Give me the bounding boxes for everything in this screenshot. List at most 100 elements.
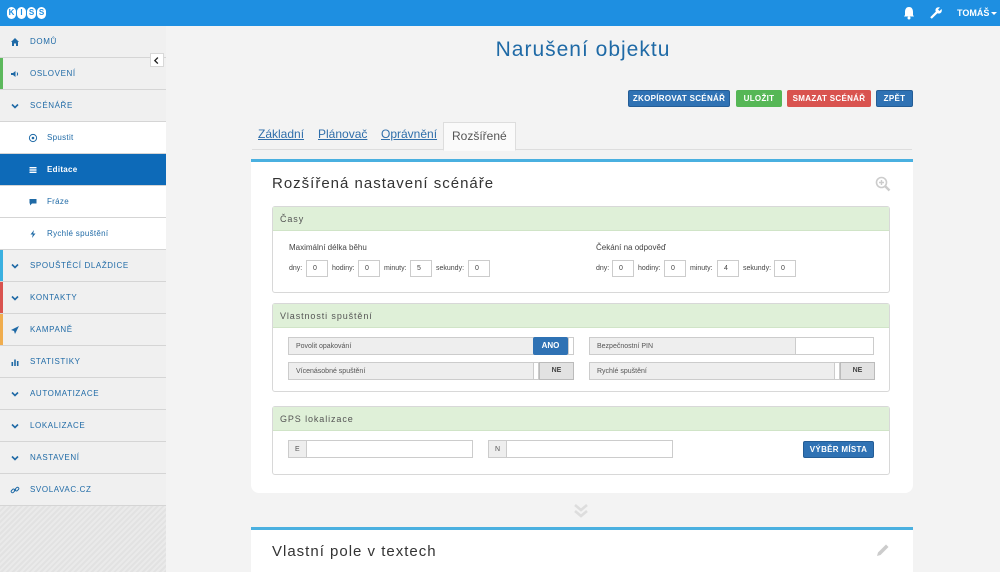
sidebar-item-domu[interactable]: DOMŮ <box>0 26 166 58</box>
save-button[interactable]: ULOŽIT <box>736 90 782 107</box>
max-run-seconds-input[interactable]: 0 <box>468 260 490 277</box>
delete-scenario-button[interactable]: SMAZAT SCÉNÁŘ <box>787 90 871 107</box>
allow-repeat-toggle[interactable]: Povolit opakování ANO <box>288 337 574 355</box>
sidebar-item-label: OSLOVENÍ <box>30 69 76 78</box>
link-icon <box>10 486 20 494</box>
pick-location-button[interactable]: VÝBĚR MÍSTA <box>803 441 874 458</box>
sidebar-item-spousteci-dlazdice[interactable]: SPOUŠTĚCÍ DLAŽDICE <box>0 250 166 282</box>
days-label: dny: <box>596 265 610 272</box>
bell-icon[interactable] <box>903 6 915 20</box>
seconds-label: sekundy: <box>436 265 465 272</box>
tab-zakladni[interactable]: Základní <box>258 127 304 141</box>
tab-bar: Základní Plánovač Oprávnění Rozšířené <box>252 122 912 151</box>
bar-chart-icon <box>11 359 19 366</box>
sidebar: DOMŮ OSLOVENÍ SCÉNÁŘE Spustit Editace Fr… <box>0 26 166 572</box>
logo-letter: K <box>7 7 16 19</box>
sidebar-item-svolavac[interactable]: SVOLAVAC.CZ <box>0 474 166 506</box>
wait-seconds-input[interactable]: 0 <box>774 260 796 277</box>
quick-launch-toggle[interactable]: Rychlé spuštění NE <box>589 362 875 380</box>
chevron-down-icon <box>11 103 19 109</box>
sidebar-item-nastaveni[interactable]: NASTAVENÍ <box>0 442 166 474</box>
card-title: Vlastní pole v textech <box>272 543 437 560</box>
wait-minutes-input[interactable]: 4 <box>717 260 739 277</box>
toggle-label: Povolit opakování <box>296 343 352 350</box>
sidebar-item-automatizace[interactable]: AUTOMATIZACE <box>0 378 166 410</box>
sidebar-item-fraze[interactable]: Fráze <box>0 186 166 218</box>
sidebar-item-label: Rychlé spuštění <box>47 229 109 238</box>
tab-rozsirene[interactable]: Rozšířené <box>443 122 516 151</box>
volume-icon <box>11 71 19 77</box>
max-run-hours-input[interactable]: 0 <box>358 260 380 277</box>
sidebar-item-statistiky[interactable]: STATISTIKY <box>0 346 166 378</box>
user-name: TOMÁŠ <box>957 8 990 18</box>
chevron-down-icon <box>11 295 19 301</box>
sidebar-item-label: SVOLAVAC.CZ <box>30 485 92 494</box>
toggle-no[interactable]: NE <box>840 362 875 380</box>
times-panel: Časy Maximální délka běhu dny: 0 hodiny:… <box>272 206 890 293</box>
sidebar-item-kontakty[interactable]: KONTAKTY <box>0 282 166 314</box>
launch-properties-panel: Vlastnosti spuštění Povolit opakování AN… <box>272 303 890 392</box>
sidebar-item-scenare[interactable]: SCÉNÁŘE <box>0 90 166 122</box>
seconds-label: sekundy: <box>743 265 772 272</box>
tab-opravneni[interactable]: Oprávnění <box>381 127 437 141</box>
longitude-field[interactable]: E <box>288 440 473 458</box>
logo-letter: I <box>17 7 26 19</box>
sidebar-item-label: NASTAVENÍ <box>30 453 80 462</box>
list-icon <box>29 167 37 173</box>
user-menu[interactable]: TOMÁŠ <box>957 8 998 18</box>
security-pin-field[interactable]: Bezpečnostní PIN <box>589 337 874 355</box>
toggle-no[interactable]: NE <box>539 362 574 380</box>
double-chevron-down-icon[interactable] <box>572 503 590 519</box>
sidebar-item-label: KONTAKTY <box>30 293 78 302</box>
toggle-yes[interactable]: ANO <box>533 337 568 355</box>
wait-hours-input[interactable]: 0 <box>664 260 686 277</box>
sidebar-item-label: LOKALIZACE <box>30 421 86 430</box>
gps-panel: GPS lokalizace E N VÝBĚR MÍSTA <box>272 406 890 475</box>
toggle-label: Vícenásobné spuštění <box>296 368 366 375</box>
latitude-input[interactable] <box>507 441 672 457</box>
max-run-minutes-input[interactable]: 5 <box>410 260 432 277</box>
latitude-field[interactable]: N <box>488 440 673 458</box>
pin-input[interactable] <box>796 338 873 354</box>
multiple-launch-toggle[interactable]: Vícenásobné spuštění NE <box>288 362 574 380</box>
logo-letter: S <box>27 7 36 19</box>
tab-planovac[interactable]: Plánovač <box>318 127 367 141</box>
comment-icon <box>29 199 37 206</box>
pin-label: Bezpečnostní PIN <box>590 338 796 354</box>
sidebar-item-label: Fráze <box>47 197 69 206</box>
back-button[interactable]: ZPĚT <box>876 90 913 107</box>
sidebar-item-lokalizace[interactable]: LOKALIZACE <box>0 410 166 442</box>
sidebar-item-editace[interactable]: Editace <box>0 154 166 186</box>
pencil-icon[interactable] <box>875 542 891 558</box>
copy-scenario-button[interactable]: ZKOPÍROVAT SCÉNÁŘ <box>628 90 730 107</box>
caret-down-icon <box>991 11 998 15</box>
sidebar-item-kampane[interactable]: KAMPANĚ <box>0 314 166 346</box>
panel-heading: GPS lokalizace <box>273 407 889 431</box>
sidebar-item-label: AUTOMATIZACE <box>30 389 100 398</box>
kiss-logo[interactable]: K I S S <box>7 7 46 20</box>
max-run-days-input[interactable]: 0 <box>306 260 328 277</box>
advanced-settings-card: Rozšířená nastavení scénáře Časy Maximál… <box>251 159 913 493</box>
chevron-down-icon <box>11 391 19 397</box>
wrench-icon[interactable] <box>929 6 943 20</box>
zoom-in-icon[interactable] <box>875 176 891 192</box>
panel-heading: Časy <box>273 207 889 231</box>
home-icon <box>11 38 19 46</box>
bolt-icon <box>30 230 36 238</box>
logo-letter: S <box>37 7 46 19</box>
toggle-label: Rychlé spuštění <box>597 368 647 375</box>
sidebar-item-rychle-spusteni[interactable]: Rychlé spuštění <box>0 218 166 250</box>
longitude-input[interactable] <box>307 441 472 457</box>
custom-fields-card: Vlastní pole v textech <box>251 527 913 572</box>
hours-label: hodiny: <box>638 265 661 272</box>
chevron-down-icon <box>11 263 19 269</box>
sidebar-item-label: SCÉNÁŘE <box>30 101 73 110</box>
sidebar-item-label: DOMŮ <box>30 37 57 46</box>
sidebar-item-spustit[interactable]: Spustit <box>0 122 166 154</box>
sidebar-item-label: Editace <box>47 165 78 174</box>
sidebar-item-osloveni[interactable]: OSLOVENÍ <box>0 58 166 90</box>
chevron-left-icon <box>153 57 159 65</box>
sidebar-item-label: STATISTIKY <box>30 357 81 366</box>
sidebar-collapse-button[interactable] <box>150 53 164 67</box>
wait-days-input[interactable]: 0 <box>612 260 634 277</box>
